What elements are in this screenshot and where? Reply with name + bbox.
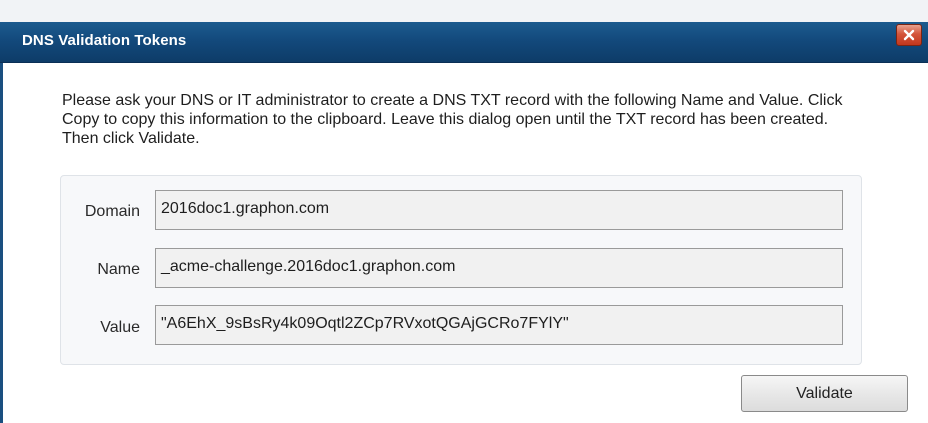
value-label: Value (100, 319, 140, 336)
value-field[interactable]: "A6EhX_9sBsRy4k09Oqtl2ZCp7RVxotQGAjGCRo7… (155, 305, 843, 345)
window-left-border (0, 63, 3, 423)
instructions-text: Please ask your DNS or IT administrator … (62, 92, 843, 147)
name-label: Name (97, 261, 140, 278)
close-icon (903, 29, 915, 41)
dns-validation-dialog: DNS Validation Tokens Please ask your DN… (0, 0, 928, 423)
window-title: DNS Validation Tokens (22, 32, 187, 49)
validate-button[interactable]: Validate (741, 375, 908, 412)
close-button[interactable] (896, 24, 922, 46)
domain-field[interactable]: 2016doc1.graphon.com (155, 190, 843, 230)
name-field[interactable]: _acme-challenge.2016doc1.graphon.com (155, 248, 843, 288)
domain-label: Domain (84, 203, 140, 220)
